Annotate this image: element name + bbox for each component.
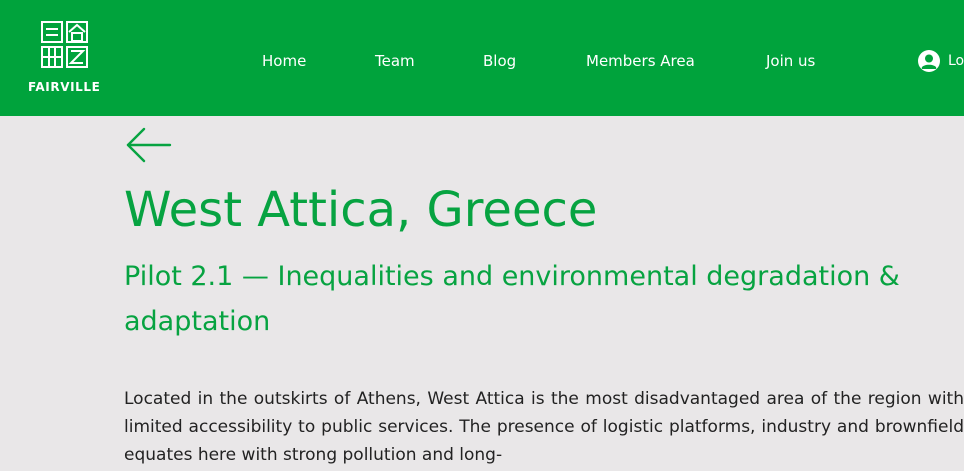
nav-item-join-us[interactable]: Join us	[766, 52, 815, 70]
site-header: FAIRVILLE Home Team Blog Members Area Jo…	[0, 0, 964, 116]
login-button[interactable]: Lo	[918, 50, 964, 72]
nav-item-home[interactable]: Home	[262, 52, 306, 70]
brand-name: FAIRVILLE	[28, 80, 101, 94]
arrow-left-icon	[126, 127, 172, 163]
nav-item-team[interactable]: Team	[375, 52, 415, 70]
page-title: West Attica, Greece	[124, 182, 598, 238]
login-label: Lo	[948, 53, 964, 69]
intro-paragraph: Located in the outskirts of Athens, West…	[124, 389, 964, 465]
page-subtitle: Pilot 2.1 — Inequalities and environment…	[124, 261, 900, 337]
back-button[interactable]	[124, 126, 172, 168]
user-avatar-icon	[918, 50, 940, 72]
nav-item-blog[interactable]: Blog	[483, 52, 516, 70]
main-nav: Home Team Blog Members Area Join us	[0, 52, 964, 76]
nav-item-members-area[interactable]: Members Area	[586, 52, 695, 70]
